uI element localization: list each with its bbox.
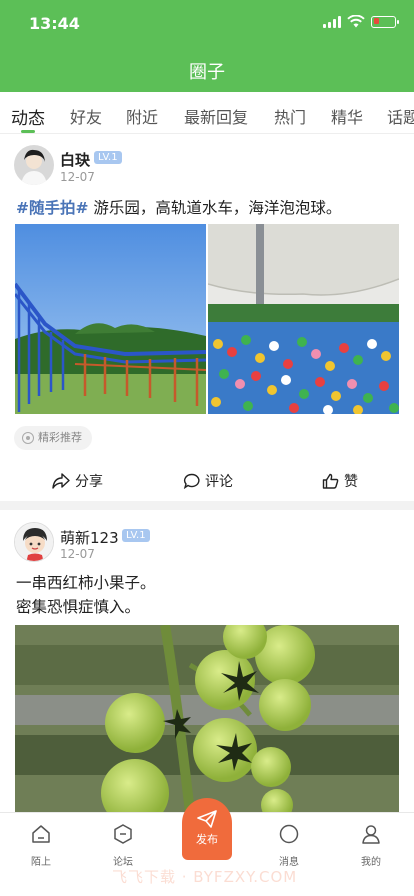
tab-featured[interactable]: 精华 xyxy=(331,104,363,128)
wifi-icon xyxy=(347,15,365,28)
tomato-photo[interactable] xyxy=(15,625,399,812)
app-header: 13:44 圈子 xyxy=(0,0,414,92)
tab-hot[interactable]: 热门 xyxy=(274,104,306,128)
level-badge: LV.1 xyxy=(122,529,150,542)
home-icon xyxy=(32,825,50,843)
level-badge: LV.1 xyxy=(94,151,122,164)
tab-topics[interactable]: 话题 xyxy=(387,104,414,128)
cellular-signal-icon xyxy=(323,15,341,28)
nav-home[interactable]: 陌上 xyxy=(11,823,71,868)
status-time: 13:44 xyxy=(29,14,80,33)
hashtag-link[interactable]: #随手拍# xyxy=(16,199,88,217)
tab-bar: 动态 好友 附近 最新回复 热门 精华 话题 xyxy=(0,92,414,134)
thumbs-up-icon xyxy=(322,473,339,489)
share-button[interactable]: 分享 xyxy=(52,471,103,491)
ball-pit-photo[interactable] xyxy=(208,224,399,414)
featured-icon xyxy=(22,432,34,444)
comment-icon xyxy=(183,473,200,489)
battery-icon xyxy=(371,15,399,28)
tab-dynamic[interactable]: 动态 xyxy=(11,104,45,129)
page-title: 圈子 xyxy=(189,62,225,83)
status-icons xyxy=(323,15,399,28)
share-icon xyxy=(52,473,70,489)
publish-button[interactable]: 发布 xyxy=(182,798,232,860)
post-date: 12-07 xyxy=(60,547,95,561)
post-text: 一串西红柿小果子。 密集恐惧症慎入。 xyxy=(16,574,156,616)
profile-icon xyxy=(362,825,380,844)
message-icon xyxy=(279,824,299,844)
post-date: 12-07 xyxy=(60,170,95,184)
nav-forum[interactable]: 论坛 xyxy=(93,823,153,868)
post-card: 萌新123 LV.1 12-07 一串西红柿小果子。 密集恐惧症慎入。 xyxy=(0,510,414,812)
avatar[interactable] xyxy=(14,145,54,185)
watermark: 飞飞下载 · BYFZXY.COM xyxy=(112,868,298,886)
featured-badge[interactable]: 精彩推荐 xyxy=(14,426,92,450)
post-divider xyxy=(0,501,414,510)
forum-icon xyxy=(114,824,132,844)
post-card: 白玦 LV.1 12-07 #随手拍# 游乐园，高轨道水车，海洋泡泡球。 精彩推… xyxy=(0,134,414,500)
nav-profile[interactable]: 我的 xyxy=(341,823,401,868)
tab-friends[interactable]: 好友 xyxy=(70,104,102,128)
avatar[interactable] xyxy=(14,522,54,562)
comment-button[interactable]: 评论 xyxy=(183,471,233,491)
active-tab-indicator xyxy=(21,130,35,133)
roller-coaster-photo[interactable] xyxy=(15,224,206,414)
paper-plane-icon xyxy=(197,810,217,828)
username[interactable]: 萌新123 xyxy=(60,527,119,548)
tab-nearby[interactable]: 附近 xyxy=(126,104,158,128)
username[interactable]: 白玦 xyxy=(60,149,90,170)
like-button[interactable]: 赞 xyxy=(322,471,358,491)
nav-messages[interactable]: 消息 xyxy=(259,823,319,868)
post-text: #随手拍# 游乐园，高轨道水车，海洋泡泡球。 xyxy=(16,199,342,217)
post-actions: 分享 评论 赞 xyxy=(0,471,414,495)
tab-latest-reply[interactable]: 最新回复 xyxy=(184,104,248,128)
